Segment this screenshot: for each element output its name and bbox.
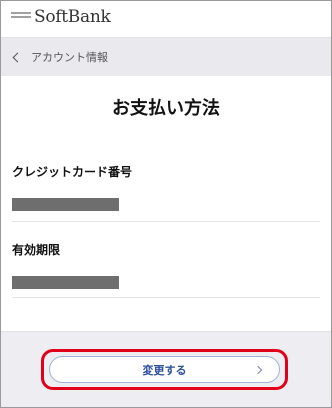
chevron-right-icon	[253, 365, 263, 375]
breadcrumb-label[interactable]: アカウント情報	[31, 49, 108, 65]
brand-logo-text: SoftBank	[34, 7, 111, 27]
change-button[interactable]: 変更する	[49, 356, 280, 383]
card-number-masked-value	[12, 198, 119, 211]
card-number-section: クレジットカード番号	[12, 163, 320, 211]
divider	[12, 297, 320, 298]
chevron-left-icon[interactable]	[12, 52, 23, 62]
expiry-label: 有効期限	[12, 243, 61, 257]
header: SoftBank	[1, 1, 331, 37]
page-title: お支払い方法	[112, 98, 220, 119]
footer: 変更する	[1, 331, 331, 407]
app-frame: SoftBank アカウント情報 お支払い方法 クレジットカード番号 有効期限 …	[0, 0, 332, 408]
softbank-logo-icon	[11, 12, 31, 21]
card-number-label: クレジットカード番号	[12, 165, 133, 179]
divider	[12, 221, 320, 222]
breadcrumb[interactable]: アカウント情報	[1, 37, 331, 76]
expiry-section: 有効期限	[12, 241, 320, 289]
expiry-masked-value	[12, 276, 119, 289]
highlight-box: 変更する	[41, 349, 288, 390]
change-button-label[interactable]: 変更する	[143, 362, 187, 378]
